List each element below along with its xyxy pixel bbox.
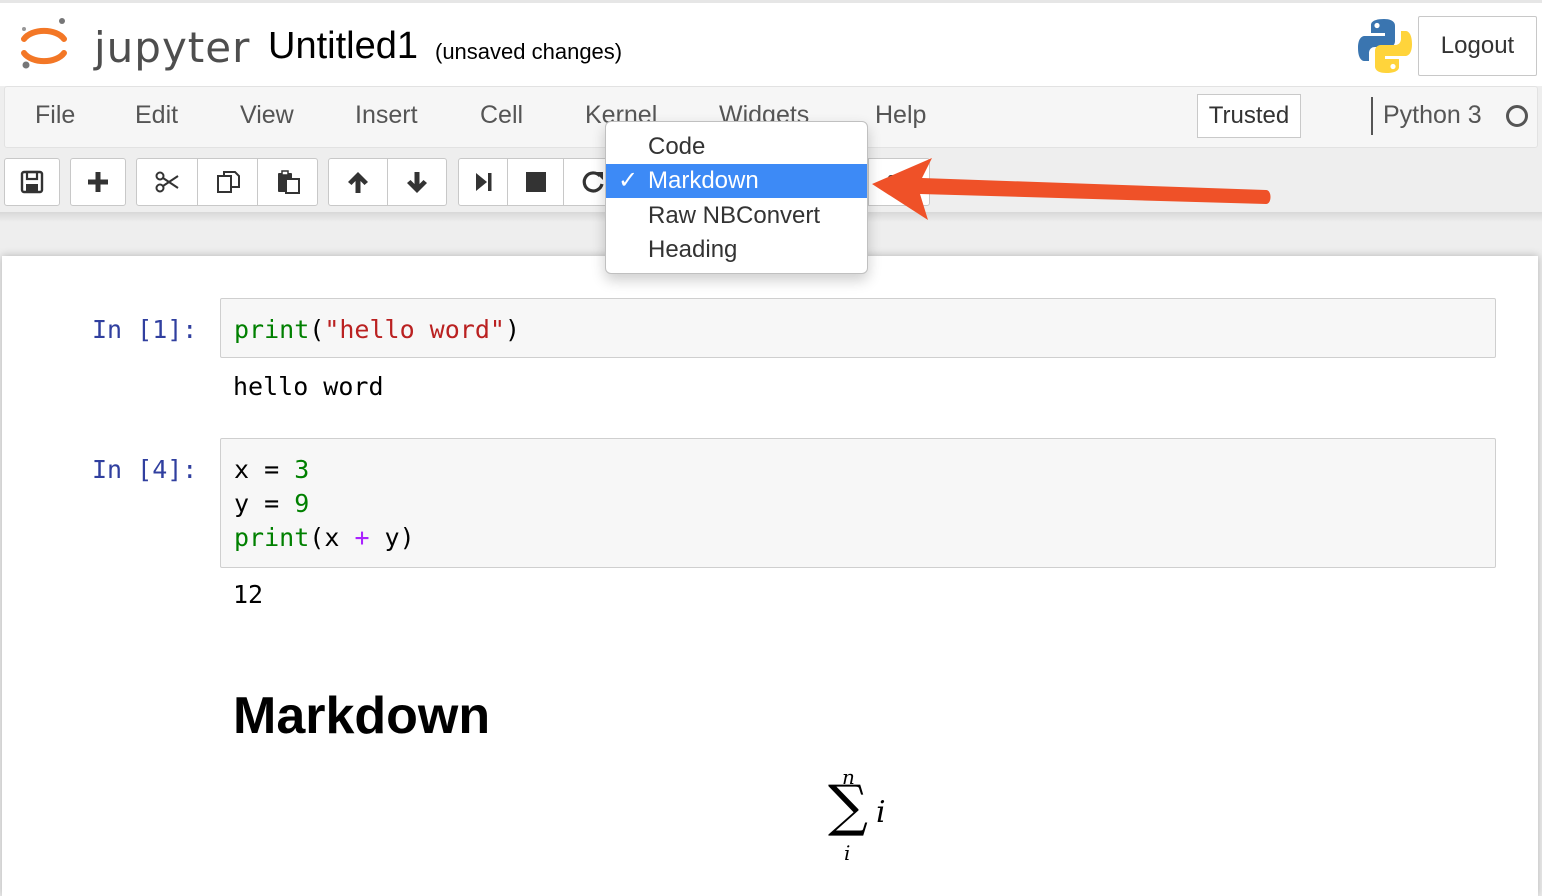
insert-cell-button[interactable] — [70, 158, 126, 206]
menu-edit[interactable]: Edit — [135, 101, 178, 130]
logout-button[interactable]: Logout — [1418, 16, 1537, 76]
dropdown-option-raw-nbconvert[interactable]: Raw NBConvert — [606, 199, 867, 233]
code-token-string: "hello word" — [324, 315, 505, 344]
code-line: y = 9 — [234, 487, 1495, 521]
scissors-icon — [155, 171, 179, 193]
python-logo-icon — [1356, 17, 1414, 75]
dropdown-option-label: Heading — [648, 236, 738, 263]
menu-help[interactable]: Help — [875, 101, 926, 130]
dropdown-option-label: Code — [648, 133, 706, 160]
code-line: print(x + y) — [234, 521, 1495, 555]
run-button[interactable] — [458, 158, 508, 206]
kernel-separator — [1371, 97, 1373, 135]
stop-icon — [525, 172, 546, 192]
code-token-number: 3 — [294, 455, 310, 484]
code-token-punct: ) — [399, 523, 415, 552]
jupyter-logo[interactable]: jupyter — [18, 15, 249, 75]
kernel-idle-icon — [1506, 105, 1528, 127]
math-sigma: ∑ — [828, 774, 868, 839]
code-token-punct: = — [249, 455, 295, 484]
interrupt-button[interactable] — [507, 158, 564, 206]
step-forward-icon — [476, 173, 492, 191]
menu-insert[interactable]: Insert — [355, 101, 418, 130]
save-status: (unsaved changes) — [435, 39, 623, 64]
code-line: x = 3 — [234, 453, 1495, 487]
arrow-down-icon — [407, 172, 427, 193]
cell-type-dropdown[interactable]: Code ✓ Markdown Raw NBConvert Heading — [605, 121, 868, 274]
code-token-punct: ) — [504, 315, 521, 344]
code-token-number: 9 — [294, 489, 310, 518]
header: jupyter Untitled1 (unsaved changes) Logo… — [0, 0, 1542, 86]
math-body: i — [876, 795, 886, 830]
notebook-title[interactable]: Untitled1 — [268, 25, 418, 68]
restart-icon — [582, 171, 604, 193]
jupyter-logo-icon — [21, 18, 67, 69]
code-token-punct: = — [249, 489, 295, 518]
save-icon — [20, 170, 44, 194]
cut-button[interactable] — [136, 158, 198, 206]
cell-1-prompt: In [1]: — [92, 315, 198, 344]
dropdown-option-label: Markdown — [648, 167, 759, 194]
plus-icon — [88, 172, 108, 192]
markdown-heading: Markdown — [233, 687, 491, 745]
math-lower-limit: i — [844, 841, 851, 865]
move-down-button[interactable] — [387, 158, 447, 206]
code-token-punct: ( — [309, 523, 325, 552]
code-token-variable: x — [324, 523, 340, 552]
paste-icon — [277, 170, 300, 194]
cell-2-prompt: In [4]: — [92, 455, 198, 484]
code-token-variable: y — [384, 523, 400, 552]
dropdown-option-heading[interactable]: Heading — [606, 233, 867, 267]
cell-1-input[interactable]: print("hello word") — [220, 298, 1496, 358]
code-token-variable: y — [234, 489, 250, 518]
copy-button[interactable] — [197, 158, 258, 206]
math-summation: n ∑ i i — [820, 765, 900, 865]
code-token-operator: + — [339, 523, 385, 552]
check-icon: ✓ — [618, 167, 639, 194]
trusted-button[interactable]: Trusted — [1197, 94, 1301, 138]
dropdown-option-markdown[interactable]: ✓ Markdown — [606, 164, 867, 198]
code-token-builtin: print — [234, 523, 310, 552]
code-token-punct: ( — [309, 315, 325, 344]
cell-1-output: hello word — [233, 372, 384, 401]
dropdown-option-code[interactable]: Code — [606, 130, 867, 164]
cell-2-input[interactable]: x = 3y = 9 print(x + y) — [220, 438, 1496, 568]
code-line: print("hello word") — [234, 313, 1495, 347]
save-button[interactable] — [4, 158, 60, 206]
menu-cell[interactable]: Cell — [480, 101, 523, 130]
code-token-variable: x — [234, 455, 250, 484]
copy-icon — [216, 171, 240, 193]
menu-file[interactable]: File — [35, 101, 75, 130]
dropdown-option-label: Raw NBConvert — [648, 202, 821, 229]
menu-view[interactable]: View — [240, 101, 294, 130]
kernel-name[interactable]: Python 3 — [1383, 101, 1482, 130]
logo-text: jupyter — [94, 23, 251, 72]
code-token-builtin: print — [234, 315, 310, 344]
move-up-button[interactable] — [328, 158, 388, 206]
paste-button[interactable] — [257, 158, 318, 206]
arrow-up-icon — [348, 172, 368, 193]
annotation-arrow-icon — [872, 158, 1271, 220]
cell-2-output: 12 — [233, 580, 264, 609]
